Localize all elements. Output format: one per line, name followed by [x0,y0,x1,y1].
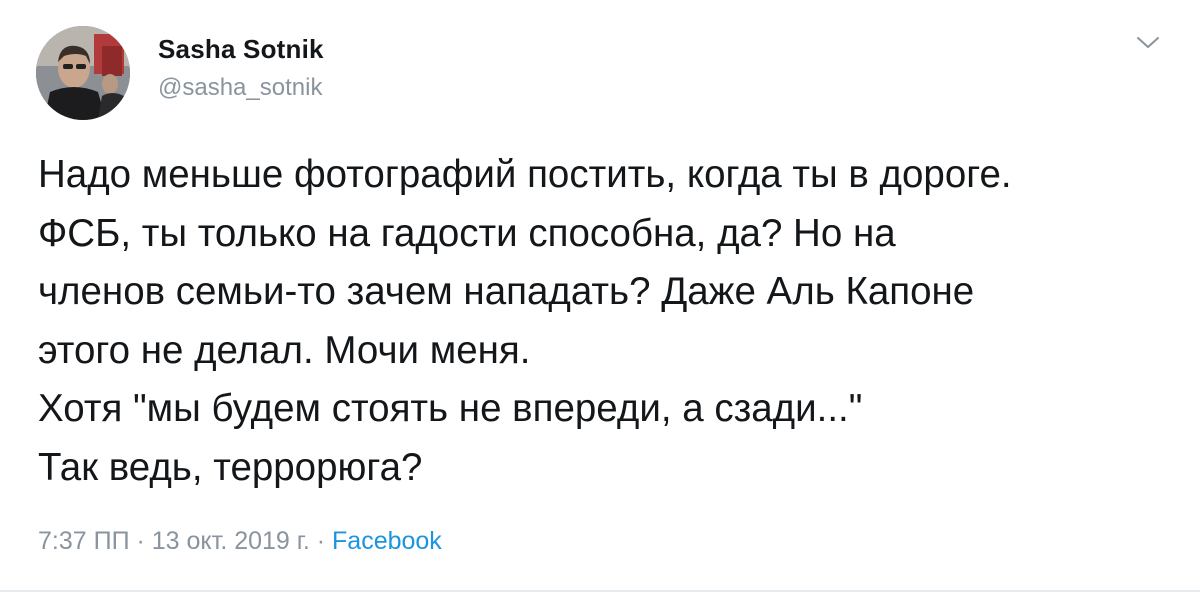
divider [0,590,1200,592]
author-name[interactable]: Sasha Sotnik [158,34,324,65]
tweet-time[interactable]: 7:37 ПП [38,527,130,555]
chevron-down-icon[interactable] [1136,34,1160,52]
avatar[interactable] [36,26,130,120]
tweet-date[interactable]: 13 окт. 2019 г. [152,527,310,555]
avatar-image [36,26,130,120]
tweet-text: Надо меньше фотографий постить, когда ты… [38,153,1012,489]
meta-separator: · [309,527,333,555]
meta-separator: · [129,527,152,555]
tweet-source-link[interactable]: Facebook [332,527,442,555]
tweet-meta: 7:37 ПП · 13 окт. 2019 г. · Facebook [38,527,442,556]
author-handle[interactable]: @sasha_sotnik [158,74,322,102]
tweet-card: Sasha Sotnik @sasha_sotnik Надо меньше ф… [0,0,1200,595]
